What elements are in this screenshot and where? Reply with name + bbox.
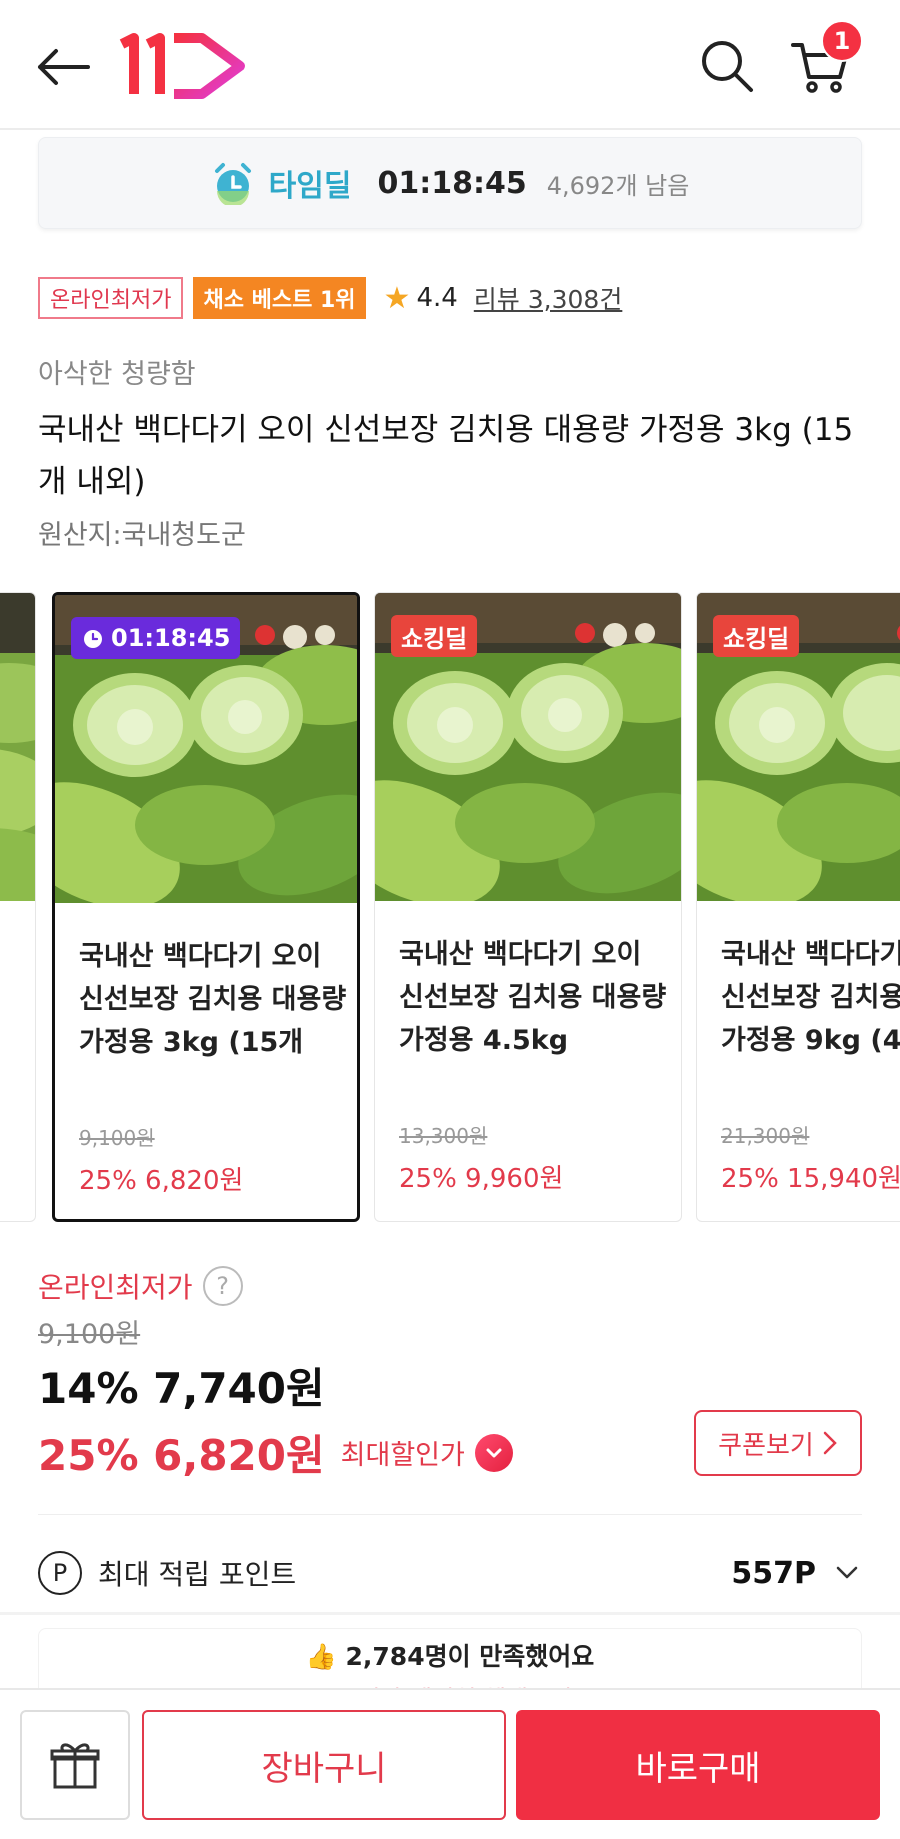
option-sale-price: 25% 6,820원 [79,1166,244,1196]
best-rank-badge: 채소 베스트 1위 [193,277,366,319]
section-divider [0,1612,900,1615]
option-original-price: 13,300원 [399,1124,488,1148]
alarm-clock-icon [214,163,251,205]
option-original-price: 21,300원 [721,1124,810,1148]
original-price: 9,100원 [38,1319,141,1350]
view-coupon-button[interactable]: 쿠폰보기 [694,1410,862,1476]
review-link[interactable]: 리뷰 3,308건 [474,280,623,316]
help-icon[interactable]: ? [202,1266,243,1306]
rating: ★ 4.4 [384,281,458,316]
cart-count-badge: 1 [821,20,863,62]
star-icon: ★ [383,280,411,316]
timedeal-banner[interactable]: 타임딜 01:18:45 4,692개 남음 [38,137,862,229]
option-card-4-5kg[interactable]: 쇼킹딜 국내산 백다다기 오이 신선보장 김치용 대용량 가정용 4.5kg 1… [374,592,682,1222]
points-label: 최대 적립 포인트 [98,1558,297,1591]
lowest-price-badge: 온라인최저가 [38,277,184,319]
option-carousel[interactable]: 01:18:45 국내산 백다다기 오이 신선보장 김치용 대용량 가정용 3k… [0,592,900,1224]
max-discount-row[interactable]: 25% 6,820원 최대할인가 [38,1422,513,1483]
max-discount-price: 25% 6,820원 [38,1431,325,1480]
bottom-action-bar: 장바구니 바로구매 [0,1688,900,1839]
points-value: 557P [731,1555,816,1591]
price-label-row: 온라인최저가 ? [38,1266,243,1306]
cucumber-photo [0,593,35,901]
chevron-down-icon[interactable] [474,1433,513,1472]
11st-logo[interactable] [118,30,258,100]
option-timer-text: 01:18:45 [111,624,231,652]
divider [38,1514,862,1515]
buy-now-button[interactable]: 바로구매 [516,1710,880,1820]
coupon-button-label: 쿠폰보기 [718,1430,814,1461]
search-button[interactable] [695,34,759,98]
alarm-clock-icon [84,630,102,648]
timedeal-label: 타임딜 [268,169,352,204]
option-shocking-deal-tag: 쇼킹딜 [391,615,478,657]
option-card-3kg[interactable]: 01:18:45 국내산 백다다기 오이 신선보장 김치용 대용량 가정용 3k… [52,592,360,1222]
option-original-price: 9,100원 [79,1126,155,1150]
timedeal-remaining: 4,692개 남음 [546,171,690,200]
option-timer-tag: 01:18:45 [71,617,241,659]
option-shocking-deal-tag: 쇼킹딜 [713,615,800,657]
product-badges: 온라인최저가 채소 베스트 1위 ★ 4.4 리뷰 3,308건 [38,276,622,320]
satisfaction-text: 👍 2,784명이 만족했어요 [305,1642,595,1671]
option-sale-price: 25% 15,940원 [721,1164,900,1194]
gift-icon [50,1743,100,1789]
discount-price: 14% 7,740원 [38,1364,325,1413]
option-name: 국내산 백다다기 오이 신선보장 김치용 대용량 가정용 9kg (4 [721,939,900,1056]
product-origin: 원산지:국내청도군 [38,520,246,551]
add-to-cart-button[interactable]: 장바구니 [142,1710,506,1820]
chevron-down-icon [836,1566,858,1579]
app-header: 1 [0,0,900,130]
gift-button[interactable] [20,1710,130,1820]
chevron-right-icon [823,1431,837,1455]
arrow-left-icon [38,49,90,85]
points-row[interactable]: P 최대 적립 포인트 557P [38,1548,862,1598]
option-card-previous[interactable] [0,592,36,1222]
product-title: 국내산 백다다기 오이 신선보장 김치용 대용량 가정용 3kg (15개 내외… [38,412,854,500]
lowest-price-label: 온라인최저가 [38,1271,193,1304]
cart-button[interactable]: 1 [785,20,863,102]
point-icon: P [38,1551,82,1595]
option-name: 국내산 백다다기 오이 신선보장 김치용 대용량 가정용 3kg (15개 [79,941,347,1058]
max-discount-label: 최대할인가 [340,1440,465,1471]
option-card-9kg[interactable]: 쇼킹딜 국내산 백다다기 오이 신선보장 김치용 대용량 가정용 9kg (4 … [696,592,900,1222]
product-subtitle: 아삭한 청량함 [38,359,196,390]
search-icon [702,41,753,92]
rating-value: 4.4 [416,283,458,313]
option-sale-price: 25% 9,960원 [399,1164,564,1194]
option-name: 국내산 백다다기 오이 신선보장 김치용 대용량 가정용 4.5kg [399,939,667,1056]
timedeal-countdown: 01:18:45 [377,165,527,201]
back-button[interactable] [30,35,94,99]
